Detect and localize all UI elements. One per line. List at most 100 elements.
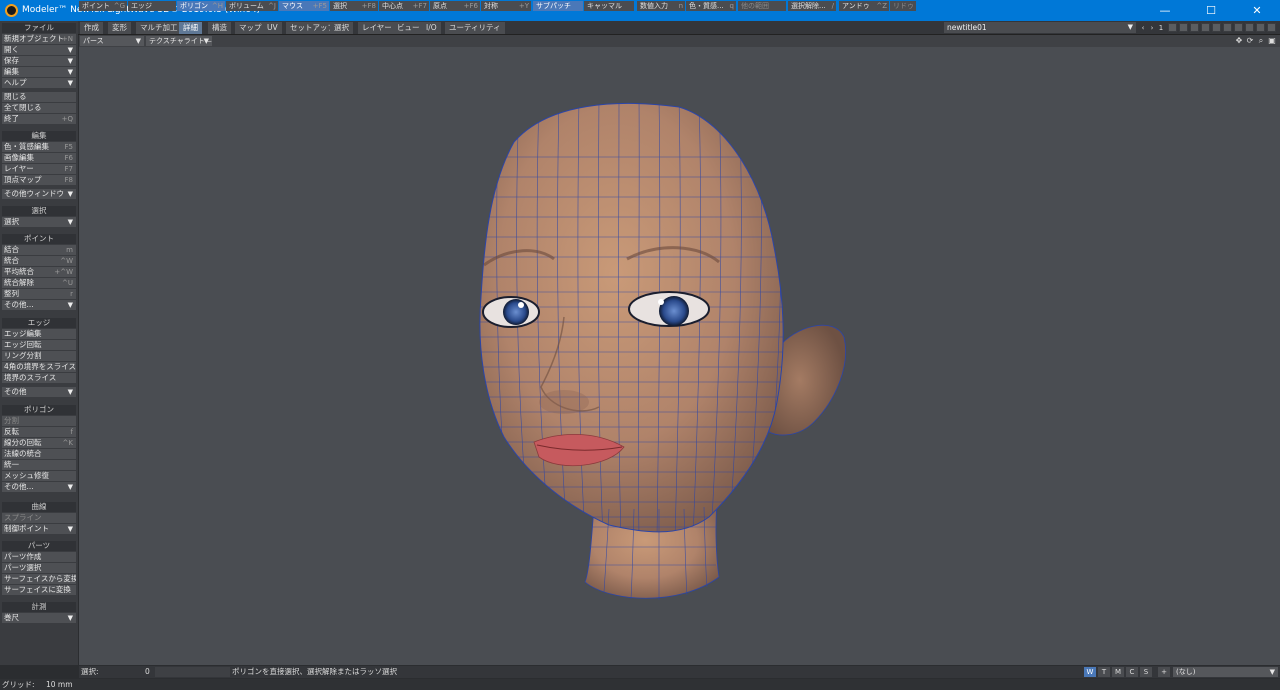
texture-t-button[interactable]: T xyxy=(1098,667,1110,677)
point-other-menu[interactable]: その他... ▼ xyxy=(2,300,76,310)
volume-mode-button[interactable]: ボリューム ^J xyxy=(226,1,278,11)
part-to-surface-button[interactable]: サーフェイスに変換 xyxy=(2,585,76,595)
selection-action-button[interactable]: 選択 +F8 xyxy=(330,1,378,11)
quad-boundary-slice-button[interactable]: 4角の境界をスライス xyxy=(2,362,76,372)
morph-m-button[interactable]: M xyxy=(1112,667,1124,677)
zoom-view-icon[interactable]: ⌕ xyxy=(1256,36,1266,46)
control-points-menu[interactable]: 制御ポイント ▼ xyxy=(2,524,76,534)
layer-slot-8[interactable] xyxy=(1245,23,1254,32)
save-menu[interactable]: 保存 ▼ xyxy=(2,56,76,66)
surface-to-part-button[interactable]: サーフェイスから変換 xyxy=(2,574,76,584)
subpatch-button[interactable]: サブパッチ xyxy=(533,1,583,11)
surface-button[interactable]: 色・質感... q xyxy=(686,1,736,11)
edit-menu[interactable]: 編集 ▼ xyxy=(2,67,76,77)
merge-points-button[interactable]: 結合 m xyxy=(2,245,76,255)
edge-mode-button[interactable]: エッジ xyxy=(128,1,176,11)
layer-slot-6[interactable] xyxy=(1223,23,1232,32)
edge-other-menu[interactable]: その他 ▼ xyxy=(2,387,76,397)
section-measure: 計測 xyxy=(2,602,76,612)
layer-slot-2[interactable] xyxy=(1179,23,1188,32)
make-part-button[interactable]: パーツ作成 xyxy=(2,552,76,562)
view-mode-select[interactable]: パース ▼ xyxy=(80,36,144,46)
close-button[interactable]: ✕ xyxy=(1234,0,1280,21)
layer-slot-1[interactable] xyxy=(1168,23,1177,32)
tab-utility[interactable]: ユーティリティ xyxy=(445,22,505,34)
edge-edit-button[interactable]: エッジ編集 xyxy=(2,329,76,339)
weld-average-button[interactable]: 平均統合 +^W xyxy=(2,267,76,277)
spin-quads-button[interactable]: 線分の回転 ^K xyxy=(2,438,76,448)
tab-view[interactable]: ビュー xyxy=(393,22,424,34)
undo-button[interactable]: アンドゥ ^Z xyxy=(839,1,889,11)
image-editor-button[interactable]: 画像編集 F6 xyxy=(2,153,76,163)
layer-slot-3[interactable] xyxy=(1190,23,1199,32)
color-c-button[interactable]: C xyxy=(1126,667,1138,677)
unify-button[interactable]: 統一 xyxy=(2,460,76,470)
next-layer-icon[interactable]: › xyxy=(1148,23,1156,33)
quit-button[interactable]: 終了 +Q xyxy=(2,114,76,124)
tab-select[interactable]: 選択 xyxy=(330,22,353,34)
tab-create[interactable]: 作成 xyxy=(80,22,103,34)
object-layer-select[interactable]: newtitle01 ▼ xyxy=(944,22,1136,33)
align-button[interactable]: 整列 r xyxy=(2,289,76,299)
minimize-button[interactable]: — xyxy=(1142,0,1188,21)
deselect-button[interactable]: 選択解除... / xyxy=(788,1,836,11)
layer-slot-9[interactable] xyxy=(1256,23,1265,32)
flip-button[interactable]: 反転 f xyxy=(2,427,76,437)
shading-mode-select[interactable]: テクスチャライト— ▼ xyxy=(146,36,212,46)
tab-construct[interactable]: 構造 xyxy=(208,22,231,34)
maximize-view-icon[interactable]: ▣ xyxy=(1267,36,1277,46)
unify-normals-button[interactable]: 法線の統合 xyxy=(2,449,76,459)
weld-button[interactable]: 統合 ^W xyxy=(2,256,76,266)
layer-slot-5[interactable] xyxy=(1212,23,1221,32)
shortcut: ^H xyxy=(211,2,223,10)
add-vmap-button[interactable]: + xyxy=(1158,667,1170,677)
polygon-other-menu[interactable]: その他... ▼ xyxy=(2,482,76,492)
surface-editor-button[interactable]: 色・質感編集 F5 xyxy=(2,142,76,152)
mesh-repair-button[interactable]: メッシュ修復 xyxy=(2,471,76,481)
prev-layer-icon[interactable]: ‹ xyxy=(1139,23,1147,33)
catmull-button[interactable]: キャッマル xyxy=(584,1,634,11)
vmap-select[interactable]: (なし) ▼ xyxy=(1173,667,1278,677)
new-object-label: 新規オブジェクト xyxy=(4,34,64,43)
weight-w-button[interactable]: W xyxy=(1084,667,1096,677)
mouse-action-button[interactable]: マウス +F5 xyxy=(279,1,329,11)
tab-map[interactable]: マップ xyxy=(235,22,266,34)
close-all-button[interactable]: 全て閉じる xyxy=(2,103,76,113)
3d-viewport[interactable] xyxy=(79,47,1280,665)
tab-multiply[interactable]: マルチ加工 xyxy=(136,22,182,34)
ruler-menu[interactable]: 巻尺 ▼ xyxy=(2,613,76,623)
tab-uv[interactable]: UV xyxy=(263,22,282,34)
new-object-button[interactable]: 新規オブジェクト +N xyxy=(2,34,76,44)
layer-slot-7[interactable] xyxy=(1234,23,1243,32)
other-windows-menu[interactable]: その他ウィンドウ ▼ xyxy=(2,189,76,199)
boundary-slice-button[interactable]: 境界のスライス xyxy=(2,373,76,383)
select-part-button[interactable]: パーツ選択 xyxy=(2,563,76,573)
ring-split-button[interactable]: リング分割 xyxy=(2,351,76,361)
origin-action-button[interactable]: 原点 +F6 xyxy=(430,1,480,11)
move-view-icon[interactable]: ✥ xyxy=(1234,36,1244,46)
center-action-button[interactable]: 中心点 +F7 xyxy=(379,1,429,11)
maximize-button[interactable]: ☐ xyxy=(1188,0,1234,21)
tab-modify[interactable]: 変形 xyxy=(108,22,131,34)
layer-slot-4[interactable] xyxy=(1201,23,1210,32)
numeric-input-button[interactable]: 数値入力 n xyxy=(637,1,685,11)
symmetry-button[interactable]: 対称 +Y xyxy=(481,1,531,11)
edge-rotate-button[interactable]: エッジ回転 xyxy=(2,340,76,350)
tab-io[interactable]: I/O xyxy=(422,22,441,34)
help-menu[interactable]: ヘルプ ▼ xyxy=(2,78,76,88)
point-mode-button[interactable]: ポイント ^G xyxy=(79,1,127,11)
vertex-maps-label: 頂点マップ xyxy=(4,175,42,184)
tab-layer[interactable]: レイヤー xyxy=(358,22,396,34)
selection-s-button[interactable]: S xyxy=(1140,667,1152,677)
close-button[interactable]: 閉じる xyxy=(2,92,76,102)
open-menu[interactable]: 開く ▼ xyxy=(2,45,76,55)
unweld-button[interactable]: 統合解除 ^U xyxy=(2,278,76,288)
tab-detail[interactable]: 詳細 xyxy=(179,22,202,34)
vertex-maps-button[interactable]: 頂点マップ F8 xyxy=(2,175,76,185)
select-menu[interactable]: 選択 ▼ xyxy=(2,217,76,227)
layer-slot-10[interactable] xyxy=(1267,23,1276,32)
polygon-mode-button[interactable]: ポリゴン ^H xyxy=(177,1,225,11)
rotate-view-icon[interactable]: ⟳ xyxy=(1245,36,1255,46)
status-field xyxy=(155,667,230,677)
layers-button[interactable]: レイヤー F7 xyxy=(2,164,76,174)
